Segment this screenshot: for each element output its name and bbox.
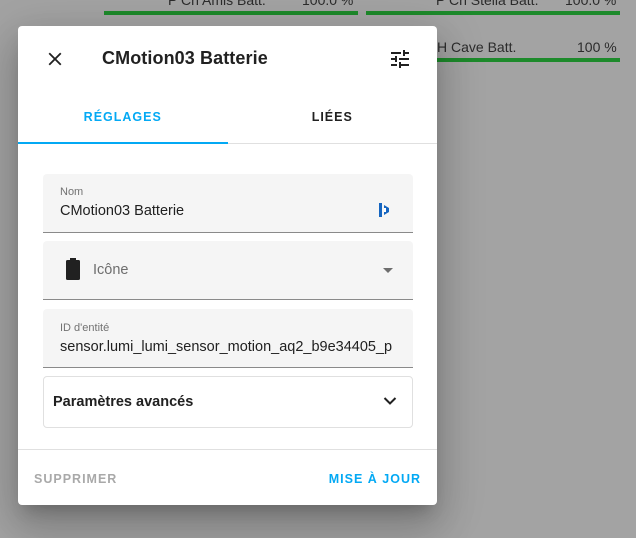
advanced-settings-label: Paramètres avancés bbox=[53, 394, 194, 410]
background-card-value: 100.0 % bbox=[565, 0, 617, 8]
advanced-settings-expander[interactable]: Paramètres avancés bbox=[43, 376, 413, 428]
dialog-header: CMotion03 Batterie bbox=[18, 26, 437, 92]
dialog-title: CMotion03 Batterie bbox=[102, 48, 268, 68]
icon-picker-placeholder: Icône bbox=[93, 262, 129, 278]
background-card-name: P Ch Amis Batt. bbox=[168, 0, 266, 8]
background-card-name: H Cave Batt. bbox=[437, 39, 517, 55]
active-tab-indicator bbox=[18, 142, 228, 144]
dropdown-arrow-icon[interactable] bbox=[383, 268, 393, 273]
tab-settings[interactable]: RÉGLAGES bbox=[18, 102, 228, 144]
battery-level-bar bbox=[104, 11, 358, 15]
dialog-tabs: RÉGLAGES LIÉES bbox=[18, 102, 437, 144]
name-field-label: Nom bbox=[60, 186, 84, 198]
battery-icon bbox=[66, 258, 80, 280]
name-field[interactable]: Nom CMotion03 Batterie bbox=[43, 174, 413, 233]
background-card-value: 100 % bbox=[577, 39, 617, 55]
icon-picker[interactable]: Icône bbox=[43, 241, 413, 300]
update-button[interactable]: MISE À JOUR bbox=[329, 472, 421, 486]
battery-level-bar bbox=[366, 11, 620, 15]
name-field-value[interactable]: CMotion03 Batterie bbox=[60, 203, 360, 219]
entity-settings-dialog: CMotion03 Batterie RÉGLAGES LIÉES Nom CM… bbox=[18, 26, 437, 505]
entity-id-value[interactable]: sensor.lumi_lumi_sensor_motion_aq2_b9e34… bbox=[60, 339, 396, 355]
dialog-footer: SUPPRIMER MISE À JOUR bbox=[18, 449, 437, 505]
chevron-down-icon[interactable] bbox=[382, 393, 398, 409]
voice-assistant-icon[interactable] bbox=[378, 202, 392, 218]
delete-button[interactable]: SUPPRIMER bbox=[34, 472, 117, 486]
background-card-name: P Ch Stella Batt. bbox=[436, 0, 539, 8]
background-card-value: 100.0 % bbox=[302, 0, 354, 8]
battery-level-bar bbox=[437, 58, 620, 62]
tab-related[interactable]: LIÉES bbox=[228, 102, 438, 144]
tune-icon[interactable] bbox=[388, 47, 412, 71]
entity-id-field[interactable]: ID d'entité sensor.lumi_lumi_sensor_moti… bbox=[43, 309, 413, 368]
close-icon[interactable] bbox=[44, 48, 66, 70]
entity-id-label: ID d'entité bbox=[60, 322, 110, 334]
